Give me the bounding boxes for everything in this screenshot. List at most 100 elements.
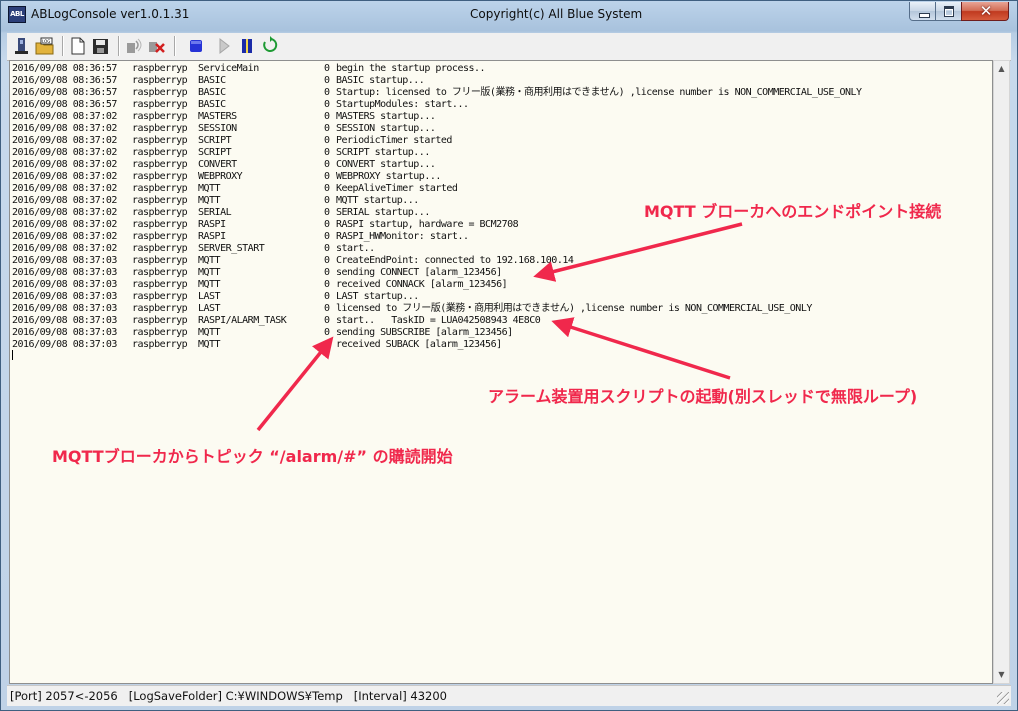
- text-caret: [12, 350, 13, 360]
- log-module: BASIC: [198, 99, 226, 110]
- toolbar-separator: [62, 36, 64, 56]
- log-host: raspberryp: [132, 183, 188, 194]
- connect-icon: [15, 38, 28, 54]
- minimize-button[interactable]: [909, 2, 936, 21]
- log-message: BASIC startup...: [336, 75, 425, 86]
- annotation-script: アラーム装置用スクリプトの起動(別スレッドで無限ループ): [488, 387, 918, 406]
- log-message: SERIAL startup...: [336, 207, 430, 218]
- log-module: MQTT: [198, 255, 221, 266]
- log-module: CONVERT: [198, 159, 237, 170]
- minimize-icon: [919, 13, 930, 18]
- log-message: KeepAliveTimer started: [336, 183, 458, 194]
- log-message: SESSION startup...: [336, 123, 436, 134]
- log-module: MQTT: [198, 267, 221, 278]
- log-host: raspberryp: [132, 267, 188, 278]
- log-folder-button[interactable]: LOG: [34, 35, 55, 57]
- log-date: 2016/09/08 08:36:57: [12, 75, 117, 86]
- log-message: Startup: licensed to フリー版(業務・商用利用はできません)…: [336, 87, 862, 98]
- log-host: raspberryp: [132, 219, 188, 230]
- log-message: CreateEndPoint: connected to 192.168.100…: [336, 255, 574, 266]
- log-date: 2016/09/08 08:37:02: [12, 159, 117, 170]
- disconnect-device-icon: [149, 42, 165, 53]
- log-level: 0: [324, 63, 330, 74]
- log-message: WEBPROXY startup...: [336, 171, 441, 182]
- close-icon: ✕: [979, 2, 993, 20]
- log-host: raspberryp: [132, 327, 188, 338]
- log-message: sending SUBSCRIBE [alarm_123456]: [336, 327, 513, 338]
- log-message: RASPI_HWMonitor: start..: [336, 231, 469, 242]
- log-output[interactable]: 2016/09/08 08:36:57 raspberryp ServiceMain…: [9, 60, 993, 684]
- log-host: raspberryp: [132, 99, 188, 110]
- log-date: 2016/09/08 08:36:57: [12, 99, 117, 110]
- disconnect-device-button[interactable]: [146, 35, 167, 57]
- annotation-endpoint: MQTT ブローカへのエンドポイント接続: [644, 202, 942, 221]
- resize-grip-icon[interactable]: [997, 692, 1009, 704]
- log-host: raspberryp: [132, 135, 188, 146]
- title-bar[interactable]: ABL ABLogConsole ver1.0.1.31 Copyright(c…: [1, 1, 1017, 29]
- log-message: start..: [336, 243, 375, 254]
- log-module: MQTT: [198, 327, 221, 338]
- maximize-button[interactable]: [935, 2, 962, 21]
- toolbar-separator: [118, 36, 120, 56]
- log-level: 0: [324, 207, 330, 218]
- save-button[interactable]: [90, 35, 111, 57]
- log-module: MASTERS: [198, 111, 237, 122]
- log-level: 0: [324, 327, 330, 338]
- annotation-subscribe: MQTTブローカからトピック “/alarm/#” の購読開始: [52, 447, 453, 466]
- log-module: LAST: [198, 291, 221, 302]
- log-message: MQTT startup...: [336, 195, 419, 206]
- log-date: 2016/09/08 08:37:02: [12, 147, 117, 158]
- toolbar: LOG: [7, 33, 1011, 61]
- connect-button[interactable]: [11, 35, 32, 57]
- log-module: RASPI: [198, 231, 226, 242]
- log-level: 0: [324, 339, 330, 350]
- log-level: 0: [324, 159, 330, 170]
- close-button[interactable]: ✕: [961, 2, 1009, 21]
- log-host: raspberryp: [132, 255, 188, 266]
- log-date: 2016/09/08 08:37:02: [12, 231, 117, 242]
- log-level: 0: [324, 231, 330, 242]
- log-module: SERVER_START: [198, 243, 265, 254]
- log-date: 2016/09/08 08:37:02: [12, 135, 117, 146]
- log-date: 2016/09/08 08:37:02: [12, 195, 117, 206]
- log-date: 2016/09/08 08:37:02: [12, 219, 117, 230]
- stop-button[interactable]: [186, 35, 207, 57]
- log-message: received CONNACK [alarm_123456]: [336, 279, 508, 290]
- svg-text:LOG: LOG: [42, 39, 50, 44]
- refresh-icon: [263, 36, 278, 52]
- log-level: 0: [324, 87, 330, 98]
- log-date: 2016/09/08 08:37:03: [12, 315, 117, 326]
- scroll-down-button[interactable]: ▼: [994, 667, 1009, 683]
- log-module: SERIAL: [198, 207, 232, 218]
- log-date: 2016/09/08 08:36:57: [12, 87, 117, 98]
- log-level: 0: [324, 279, 330, 290]
- status-text: [Port] 2057<-2056 [LogSaveFolder] C:¥WIN…: [10, 689, 447, 703]
- log-date: 2016/09/08 08:36:57: [12, 63, 117, 74]
- save-icon: [93, 39, 108, 54]
- log-date: 2016/09/08 08:37:03: [12, 255, 117, 266]
- connect-device-button[interactable]: [123, 35, 144, 57]
- maximize-icon: [944, 6, 954, 17]
- log-module: BASIC: [198, 87, 226, 98]
- toolbar-separator: [174, 36, 176, 56]
- scroll-up-button[interactable]: ▲: [994, 61, 1009, 77]
- play-button[interactable]: [214, 35, 235, 57]
- vertical-scrollbar[interactable]: ▲ ▼: [993, 60, 1010, 684]
- log-host: raspberryp: [132, 231, 188, 242]
- log-host: raspberryp: [132, 147, 188, 158]
- refresh-button[interactable]: [260, 35, 281, 57]
- log-level: 0: [324, 243, 330, 254]
- copyright-title: Copyright(c) All Blue System: [470, 7, 643, 21]
- connect-device-icon: [127, 38, 142, 53]
- log-date: 2016/09/08 08:37:02: [12, 111, 117, 122]
- log-module: RASPI/ALARM_TASK: [198, 315, 287, 326]
- log-level: 0: [324, 315, 330, 326]
- pause-button[interactable]: [237, 35, 258, 57]
- log-level: 0: [324, 255, 330, 266]
- log-message: sending CONNECT [alarm_123456]: [336, 267, 502, 278]
- log-date: 2016/09/08 08:37:02: [12, 183, 117, 194]
- log-host: raspberryp: [132, 315, 188, 326]
- new-button[interactable]: [67, 35, 88, 57]
- log-message: RASPI startup, hardware = BCM2708: [336, 219, 519, 230]
- log-message: start.. TaskID = LUA042508943 4E8C0: [336, 315, 541, 326]
